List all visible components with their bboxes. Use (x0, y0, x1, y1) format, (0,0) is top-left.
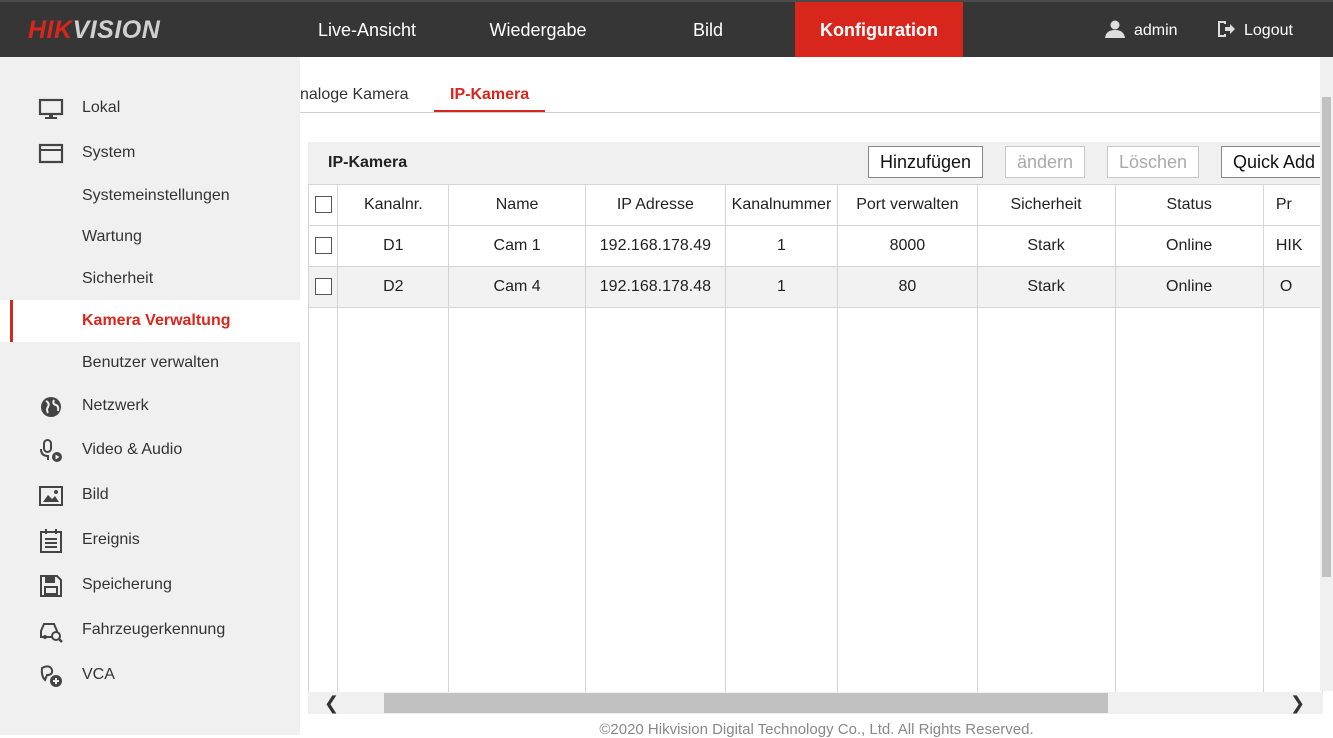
sidebar-item-system-settings[interactable]: Systemeinstellungen (0, 175, 300, 217)
sidebar-label-image: Bild (82, 486, 109, 503)
tab-analog-camera[interactable]: naloge Kamera (300, 77, 409, 113)
table-cell: O (1262, 266, 1323, 308)
vehicle-search-icon (40, 623, 63, 643)
sidebar-item-network[interactable]: Netzwerk (0, 385, 300, 427)
sidebar-item-image[interactable]: Bild (0, 474, 300, 516)
sidebar-item-system[interactable]: System (0, 132, 300, 174)
logout-label: Logout (1244, 22, 1293, 39)
sidebar-item-security[interactable]: Sicherheit (0, 258, 300, 300)
table-empty-area (308, 307, 1323, 692)
vertical-scroll-thumb[interactable] (1322, 97, 1331, 577)
horizontal-scrollbar[interactable]: ❮ ❯ (308, 692, 1323, 714)
ip-camera-table: Kanalnr. Name IP Adresse Kanalnummer Por… (308, 184, 1323, 692)
sidebar-label-local: Lokal (82, 99, 121, 116)
column-header[interactable]: Name (448, 184, 587, 226)
sidebar-label-network: Netzwerk (82, 397, 149, 414)
sidebar-item-user-management[interactable]: Benutzer verwalten (0, 342, 300, 384)
nav-picture[interactable]: Bild (668, 2, 748, 59)
sidebar-item-maintenance[interactable]: Wartung (0, 216, 300, 258)
ip-camera-panel: IP-Kamera Hinzufügen ändern Löschen Quic… (308, 142, 1323, 692)
horizontal-scroll-thumb[interactable] (384, 693, 1108, 713)
table-cell: 192.168.178.49 (585, 225, 726, 267)
table-cell: Cam 4 (448, 266, 587, 308)
quick-add-button[interactable]: Quick Add (1221, 146, 1323, 178)
sidebar-label-event: Ereignis (82, 531, 140, 548)
table-cell: 8000 (837, 225, 978, 267)
sidebar-label-system: System (82, 144, 136, 161)
sidebar-label-storage: Speicherung (82, 576, 172, 593)
globe-icon (41, 397, 61, 417)
window-icon (38, 143, 64, 164)
table-cell: Cam 1 (448, 225, 587, 267)
image-icon (39, 486, 63, 506)
nav-configuration[interactable]: Konfiguration (795, 2, 963, 59)
column-header[interactable]: Kanalnummer (724, 184, 839, 226)
select-all-cell (308, 184, 339, 226)
column-header[interactable]: Port verwalten (837, 184, 978, 226)
table-cell: 1 (724, 266, 839, 308)
calendar-list-icon (40, 529, 62, 553)
column-header[interactable]: Sicherheit (976, 184, 1116, 226)
sidebar-label-video-audio: Video & Audio (82, 441, 183, 458)
table-cell: 80 (837, 266, 978, 308)
monitor-icon (38, 98, 64, 119)
sidebar-item-video-audio[interactable]: Video & Audio (0, 429, 300, 471)
logout-button[interactable]: Logout (1216, 2, 1293, 59)
tab-divider (300, 112, 1323, 113)
column-header[interactable]: Kanalnr. (337, 184, 450, 226)
table-cell: D1 (337, 225, 450, 267)
table-cell: Online (1114, 225, 1264, 267)
table-row[interactable]: D2 Cam 4 192.168.178.48 1 80 Stark Onlin… (308, 266, 1323, 308)
table-header-row: Kanalnr. Name IP Adresse Kanalnummer Por… (308, 184, 1323, 226)
panel-title: IP-Kamera (328, 154, 408, 171)
scroll-left-icon[interactable]: ❮ (324, 692, 339, 714)
sidebar-item-local[interactable]: Lokal (0, 87, 300, 129)
table-row[interactable]: D1 Cam 1 192.168.178.49 1 8000 Stark Onl… (308, 225, 1323, 267)
floppy-disk-icon (40, 575, 62, 597)
sidebar-item-camera-management[interactable]: Kamera Verwaltung (0, 300, 300, 342)
sidebar: Lokal System Systemeinstellungen Wartung… (0, 57, 300, 735)
modify-button[interactable]: ändern (1005, 146, 1086, 178)
table-cell: HIK (1262, 225, 1323, 267)
table-cell: Online (1114, 266, 1264, 308)
column-header[interactable]: Pr (1262, 184, 1323, 226)
column-header[interactable]: IP Adresse (585, 184, 726, 226)
top-navigation-bar: HIKVISION Live-Ansicht Wiedergabe Bild K… (0, 0, 1333, 59)
table-cell: 192.168.178.48 (585, 266, 726, 308)
user-icon (1105, 20, 1125, 38)
row-checkbox[interactable] (314, 278, 332, 296)
copyright-footer: ©2020 Hikvision Digital Technology Co., … (599, 721, 1034, 738)
main-content: naloge Kamera IP-Kamera IP-Kamera Hinzuf… (300, 57, 1333, 738)
microphone-play-icon (40, 439, 62, 462)
table-cell: Stark (976, 266, 1116, 308)
column-header[interactable]: Status (1114, 184, 1264, 226)
table-cell: D2 (337, 266, 450, 308)
tab-ip-camera[interactable]: IP-Kamera (434, 77, 546, 113)
sidebar-label-vehicle-detection: Fahrzeugerkennung (82, 621, 226, 638)
vca-icon (40, 665, 62, 687)
add-button[interactable]: Hinzufügen (868, 146, 984, 178)
user-menu[interactable]: admin (1104, 2, 1178, 59)
row-checkbox[interactable] (314, 237, 332, 255)
logout-icon (1218, 21, 1235, 37)
sidebar-item-vehicle-detection[interactable]: Fahrzeugerkennung (0, 609, 300, 651)
sidebar-item-vca[interactable]: VCA (0, 654, 300, 696)
panel-header: IP-Kamera Hinzufügen ändern Löschen Quic… (308, 142, 1323, 184)
scroll-right-icon[interactable]: ❯ (1290, 692, 1305, 714)
nav-live-view[interactable]: Live-Ansicht (298, 2, 436, 59)
username: admin (1134, 22, 1178, 39)
select-all-checkbox[interactable] (314, 196, 332, 214)
table-cell: 1 (724, 225, 839, 267)
vertical-scrollbar[interactable] (1320, 57, 1333, 691)
sidebar-item-storage[interactable]: Speicherung (0, 564, 300, 606)
sidebar-item-event[interactable]: Ereignis (0, 519, 300, 561)
nav-playback[interactable]: Wiedergabe (466, 2, 610, 59)
delete-button[interactable]: Löschen (1107, 146, 1200, 178)
table-cell: Stark (976, 225, 1116, 267)
sidebar-label-vca: VCA (82, 666, 115, 683)
hikvision-logo: HIKVISION (28, 16, 161, 44)
